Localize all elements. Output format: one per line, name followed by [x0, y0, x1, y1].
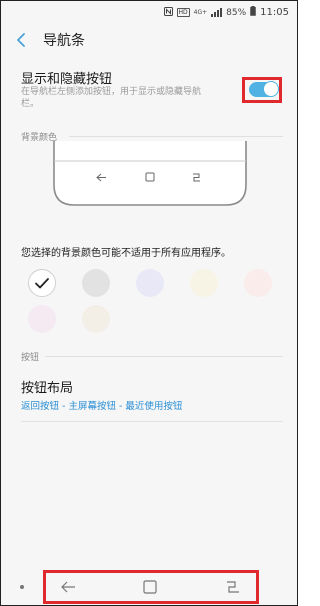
check-icon	[35, 278, 49, 289]
show-hide-buttons-row[interactable]: 显示和隐藏按钮 在导航栏左侧添加按钮，用于显示或隐藏导航栏。	[1, 63, 297, 121]
section-divider	[69, 136, 283, 137]
button-layout-value: 返回按钮 - 主屏幕按钮 - 最近使用按钮	[21, 401, 183, 412]
recents-icon	[227, 581, 239, 593]
button-layout-row[interactable]: 按钮布局 返回按钮 - 主屏幕按钮 - 最近使用按钮	[1, 373, 297, 417]
back-button[interactable]	[13, 31, 31, 49]
section-divider	[45, 356, 283, 357]
section-header-background-color: 背景颜色	[21, 133, 58, 143]
button-layout-title: 按钮布局	[21, 381, 74, 396]
dot-icon[interactable]	[20, 585, 24, 589]
battery-percent: 85%	[226, 7, 247, 18]
status-bar: HD 4G+ 85% 11:05	[1, 1, 297, 23]
show-hide-buttons-title: 显示和隐藏按钮	[21, 72, 113, 87]
app-header: 导航条	[1, 23, 297, 57]
chevron-left-icon	[17, 33, 25, 47]
back-arrow-icon	[61, 581, 75, 593]
background-color-note: 您选择的背景颜色可能不适用于所有应用程序。	[21, 248, 231, 259]
page-title: 导航条	[43, 33, 85, 49]
color-swatch[interactable]	[136, 269, 164, 297]
nav-home-button[interactable]	[140, 578, 160, 596]
network-type: 4G+	[193, 9, 208, 16]
toggle-knob	[263, 81, 279, 97]
nfc-icon	[163, 6, 173, 19]
color-swatch[interactable]	[244, 269, 272, 297]
color-swatch[interactable]	[190, 269, 218, 297]
clock: 11:05	[260, 7, 289, 18]
nav-back-button[interactable]	[59, 578, 79, 596]
section-header-buttons: 按钮	[21, 353, 40, 363]
color-swatch[interactable]	[28, 269, 56, 297]
show-hide-buttons-description: 在导航栏左侧添加按钮，用于显示或隐藏导航栏。	[21, 87, 202, 109]
battery-icon	[250, 6, 256, 19]
navigation-bar	[1, 569, 297, 605]
home-square-icon	[143, 580, 157, 594]
color-swatch[interactable]	[28, 305, 56, 333]
color-swatch[interactable]	[82, 269, 110, 297]
row-divider	[21, 421, 283, 422]
nav-recents-button[interactable]	[223, 578, 243, 596]
signal-icon	[211, 8, 223, 17]
color-swatch[interactable]	[82, 305, 110, 333]
screen: HD 4G+ 85% 11:05 导航条 显示和隐藏按钮 在导航栏左侧添加按钮，…	[1, 1, 297, 605]
hd-voice-icon: HD	[176, 8, 190, 17]
navbar-preview	[53, 141, 247, 207]
